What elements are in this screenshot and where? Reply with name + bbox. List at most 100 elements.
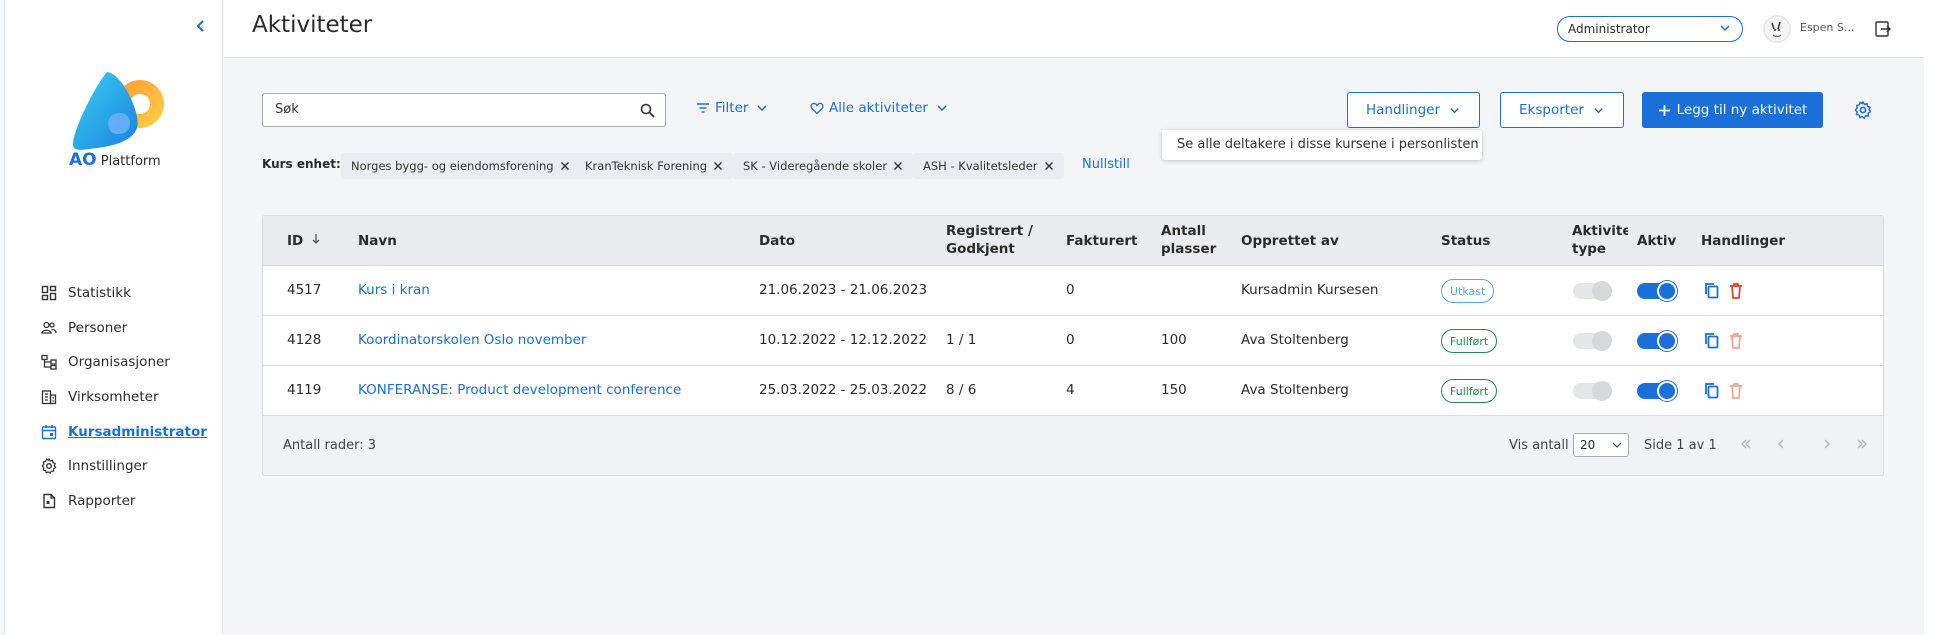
cell-name-link[interactable]: Koordinatorskolen Oslo november — [358, 332, 586, 348]
column-registered[interactable]: Registrert / Godkjent — [946, 222, 1033, 258]
last-page-icon[interactable] — [1855, 437, 1869, 451]
dashboard-icon — [41, 285, 57, 301]
role-select-value: Administrator — [1568, 22, 1650, 36]
column-registered-line2: Godkjent — [946, 241, 1015, 257]
activity-type-toggle[interactable] — [1573, 381, 1612, 401]
copy-icon[interactable] — [1703, 381, 1721, 401]
delete-icon[interactable] — [1727, 381, 1745, 401]
cell-id: 4119 — [287, 382, 322, 398]
column-activity-type[interactable]: Aktivitet type — [1572, 222, 1628, 258]
all-activities-button[interactable]: Alle aktiviteter — [810, 100, 949, 116]
column-id-label: ID — [287, 233, 304, 249]
activities-table: ID Navn Dato Registrert / Godkjent Faktu… — [262, 215, 1884, 476]
cell-created-by: Ava Stoltenberg — [1241, 382, 1349, 398]
user-name: Espen S... — [1800, 21, 1855, 34]
search-box[interactable] — [262, 93, 666, 127]
column-seats-line1: Antall — [1161, 223, 1206, 239]
copy-icon[interactable] — [1703, 281, 1721, 301]
sidebar-item-statistikk[interactable]: Statistikk — [41, 276, 207, 311]
sidebar-item-label: Rapporter — [68, 492, 136, 509]
active-toggle[interactable] — [1637, 281, 1677, 301]
top-header: Aktiviteter Administrator Espen S... — [224, 0, 1934, 58]
add-activity-button[interactable]: Legg til ny aktivitet — [1642, 92, 1823, 128]
column-active[interactable]: Aktiv — [1637, 232, 1676, 250]
avatar[interactable] — [1763, 15, 1791, 43]
logout-icon[interactable] — [1874, 20, 1892, 38]
copy-icon[interactable] — [1703, 331, 1721, 351]
page-size-select[interactable]: 20 — [1573, 433, 1629, 457]
cell-name-link[interactable]: KONFERANSE: Product development conferen… — [358, 382, 681, 398]
actions-button[interactable]: Handlinger — [1347, 92, 1480, 128]
activity-type-toggle[interactable] — [1573, 281, 1612, 301]
heart-icon — [810, 101, 824, 115]
column-seats[interactable]: Antall plasser — [1161, 222, 1216, 258]
prev-page-icon[interactable] — [1774, 437, 1788, 451]
cell-name-link[interactable]: Kurs i kran — [358, 282, 430, 298]
page-info: Side 1 av 1 — [1644, 438, 1717, 453]
active-toggle[interactable] — [1637, 331, 1677, 351]
sidebar-item-innstillinger[interactable]: Innstillinger — [41, 449, 207, 484]
filter-chip: ASH - Kvalitetsleder — [913, 153, 1064, 179]
cell-date: 21.06.2023 - 21.06.2023 — [759, 282, 928, 298]
logo-word: Plattform — [100, 154, 161, 169]
filter-icon — [696, 101, 710, 115]
status-badge: Fullført — [1441, 379, 1498, 403]
plus-icon — [1658, 104, 1671, 117]
org-chart-icon — [41, 354, 57, 371]
sidebar-item-organisasjoner[interactable]: Organisasjoner — [41, 345, 207, 380]
delete-icon[interactable] — [1727, 281, 1745, 301]
next-page-icon[interactable] — [1820, 437, 1834, 451]
page-size-label: Vis antall — [1509, 438, 1569, 453]
page-title: Aktiviteter — [252, 12, 373, 38]
sort-arrow-icon — [311, 232, 321, 250]
chevron-down-icon — [1611, 439, 1623, 451]
delete-icon[interactable] — [1727, 331, 1745, 351]
column-id[interactable]: ID — [287, 232, 321, 250]
filter-chip-label: KranTeknisk Forening — [585, 159, 708, 173]
sidebar-nav: Statistikk Personer Organisasjoner Virks… — [41, 276, 207, 518]
table-row: 4517 Kurs i kran 21.06.2023 - 21.06.2023… — [263, 266, 1883, 316]
table-settings-gear-icon[interactable] — [1854, 100, 1872, 120]
table-footer: Antall rader: 3 Vis antall 20 Side 1 av … — [263, 416, 1883, 476]
reset-filters-link[interactable]: Nullstill — [1082, 157, 1130, 172]
cell-invoiced: 0 — [1066, 282, 1075, 298]
close-icon[interactable] — [1044, 161, 1054, 171]
first-page-icon[interactable] — [1739, 437, 1753, 451]
column-invoiced[interactable]: Fakturert — [1066, 232, 1138, 250]
row-count: Antall rader: 3 — [283, 438, 377, 453]
sidebar-item-label: Innstillinger — [68, 458, 148, 475]
column-status[interactable]: Status — [1441, 232, 1490, 250]
sidebar-item-rapporter[interactable]: Rapporter — [41, 484, 207, 519]
calendar-icon — [41, 424, 57, 440]
column-created-by[interactable]: Opprettet av — [1241, 232, 1339, 250]
status-badge: Fullført — [1441, 329, 1498, 353]
table-row: 4119 KONFERANSE: Product development con… — [263, 366, 1883, 416]
sidebar-item-personer[interactable]: Personer — [41, 311, 207, 346]
sidebar-item-virksomheter[interactable]: Virksomheter — [41, 380, 207, 415]
search-input[interactable] — [275, 102, 615, 117]
role-select[interactable]: Administrator — [1557, 16, 1743, 42]
sidebar-item-label: Virksomheter — [68, 389, 159, 406]
search-icon[interactable] — [640, 103, 655, 118]
column-date[interactable]: Dato — [759, 232, 795, 250]
sidebar-item-label: Kursadministrator — [68, 423, 207, 440]
filter-button[interactable]: Filter — [696, 100, 769, 116]
people-icon — [41, 320, 57, 336]
active-toggle[interactable] — [1637, 381, 1677, 401]
close-icon[interactable] — [893, 161, 903, 171]
close-icon[interactable] — [560, 161, 570, 171]
collapse-sidebar-icon[interactable] — [191, 16, 211, 36]
chevron-down-icon — [755, 101, 769, 115]
logo-letters: AO — [69, 150, 97, 170]
export-button[interactable]: Eksporter — [1500, 92, 1624, 128]
close-icon[interactable] — [713, 161, 723, 171]
actions-tooltip: Se alle deltakere i disse kursene i pers… — [1162, 130, 1482, 160]
column-activity-type-line2: type — [1572, 241, 1607, 257]
cell-seats: 150 — [1161, 382, 1187, 398]
column-name[interactable]: Navn — [358, 232, 397, 250]
column-seats-line2: plasser — [1161, 241, 1217, 257]
activity-type-toggle[interactable] — [1573, 331, 1612, 351]
sidebar-item-kursadministrator[interactable]: Kursadministrator — [41, 414, 207, 449]
sidebar: AO Plattform Statistikk Personer Organis… — [4, 0, 223, 635]
report-icon — [41, 493, 57, 509]
